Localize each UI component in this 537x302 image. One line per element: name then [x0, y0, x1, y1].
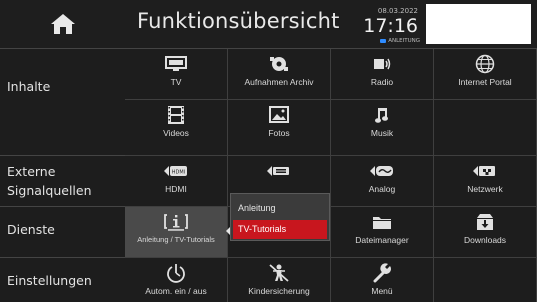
section-sidebar: Inhalte Externe Signalquellen Dienste Ein…	[0, 49, 125, 302]
tile-empty	[434, 100, 537, 156]
tile-internet-portal[interactable]: Internet Portal	[434, 49, 537, 100]
tile-fotos[interactable]: Fotos	[228, 100, 331, 156]
tile-label: Anleitung / TV-Tutorials	[137, 235, 215, 244]
tile-label: Downloads	[463, 235, 507, 245]
date-display: 08.03.2022	[377, 7, 418, 15]
music-note-icon	[375, 108, 388, 123]
status-indicator: ANLEITUNG	[372, 37, 420, 45]
film-icon	[168, 106, 184, 124]
tile-videos[interactable]: Videos	[125, 100, 228, 156]
preview-window	[426, 4, 531, 44]
tile-label: Analog	[368, 184, 396, 194]
folder-icon	[373, 217, 391, 229]
tile-tv[interactable]: TV	[125, 49, 228, 100]
tile-label: Netzwerk	[467, 184, 503, 194]
tile-anleitung-tv-tutorials[interactable]: Anleitung / TV-Tutorials	[125, 207, 228, 258]
tile-label: Fotos	[268, 128, 290, 138]
download-box-icon	[477, 214, 493, 230]
function-grid: TV Aufnahmen Archiv Radio Internet Porta…	[125, 49, 537, 302]
input-arrow-icon	[267, 166, 289, 176]
tile-analog[interactable]: Analog	[331, 156, 434, 207]
tile-downloads[interactable]: Downloads	[434, 207, 537, 258]
tile-label: Radio	[370, 77, 394, 87]
page-title: Funktionsübersicht	[137, 9, 340, 33]
tile-netzwerk[interactable]: Netzwerk	[434, 156, 537, 207]
tile-aufnahmen-archiv[interactable]: Aufnahmen Archiv	[228, 49, 331, 100]
globe-icon	[475, 54, 495, 74]
header-bar: Funktionsübersicht 08.03.2022 17:16 ANLE…	[0, 0, 537, 48]
section-label-externe-signalquellen: Externe Signalquellen	[7, 164, 92, 198]
status-label: ANLEITUNG	[388, 38, 420, 44]
tile-menu[interactable]: Menü	[331, 258, 434, 302]
section-label-dienste: Dienste	[7, 222, 55, 237]
tile-label: TV	[170, 77, 182, 87]
wrench-icon	[373, 263, 391, 283]
tile-label: Musik	[370, 128, 394, 138]
tile-label: HDMI	[165, 184, 187, 194]
power-timer-icon	[167, 264, 185, 283]
radio-icon	[374, 58, 391, 70]
recordings-icon	[270, 57, 288, 71]
tile-label: Kindersicherung	[248, 286, 310, 296]
section-label-inhalte: Inhalte	[7, 79, 51, 94]
tile-label: Aufnahmen Archiv	[244, 77, 314, 87]
tile-autom-ein-aus[interactable]: Autom. ein / aus	[125, 258, 228, 302]
context-popup: Anleitung TV-Tutorials	[230, 193, 330, 241]
tv-icon	[165, 56, 187, 71]
tile-label: Videos	[163, 128, 189, 138]
popup-option-anleitung[interactable]: Anleitung	[233, 199, 327, 218]
tile-musik[interactable]: Musik	[331, 100, 434, 156]
popup-option-tv-tutorials[interactable]: TV-Tutorials	[233, 220, 327, 239]
child-lock-icon	[269, 264, 289, 282]
tile-kindersicherung[interactable]: Kindersicherung	[228, 258, 331, 302]
status-dot-icon	[380, 39, 387, 43]
tile-label: Autom. ein / aus	[145, 286, 207, 296]
tile-label: Dateimanager	[355, 235, 409, 245]
section-label-einstellungen: Einstellungen	[7, 273, 92, 288]
tile-radio[interactable]: Radio	[331, 49, 434, 100]
tile-label: Internet Portal	[458, 77, 512, 87]
network-input-icon	[473, 166, 495, 176]
tile-empty	[434, 258, 537, 302]
svg-text:HDMI: HDMI	[172, 170, 185, 176]
tile-label: Menü	[371, 286, 393, 296]
home-icon	[50, 14, 75, 34]
info-screen-icon	[164, 214, 188, 231]
function-overview-screen: Funktionsübersicht 08.03.2022 17:16 ANLE…	[0, 0, 537, 302]
home-button[interactable]	[0, 0, 125, 48]
tile-hdmi[interactable]: HDMI HDMI	[125, 156, 228, 207]
tile-dateimanager[interactable]: Dateimanager	[331, 207, 434, 258]
clock-display: 17:16	[363, 15, 418, 37]
hdmi-input-icon: HDMI	[164, 166, 187, 176]
photo-icon	[269, 106, 289, 123]
analog-input-icon	[370, 166, 393, 176]
